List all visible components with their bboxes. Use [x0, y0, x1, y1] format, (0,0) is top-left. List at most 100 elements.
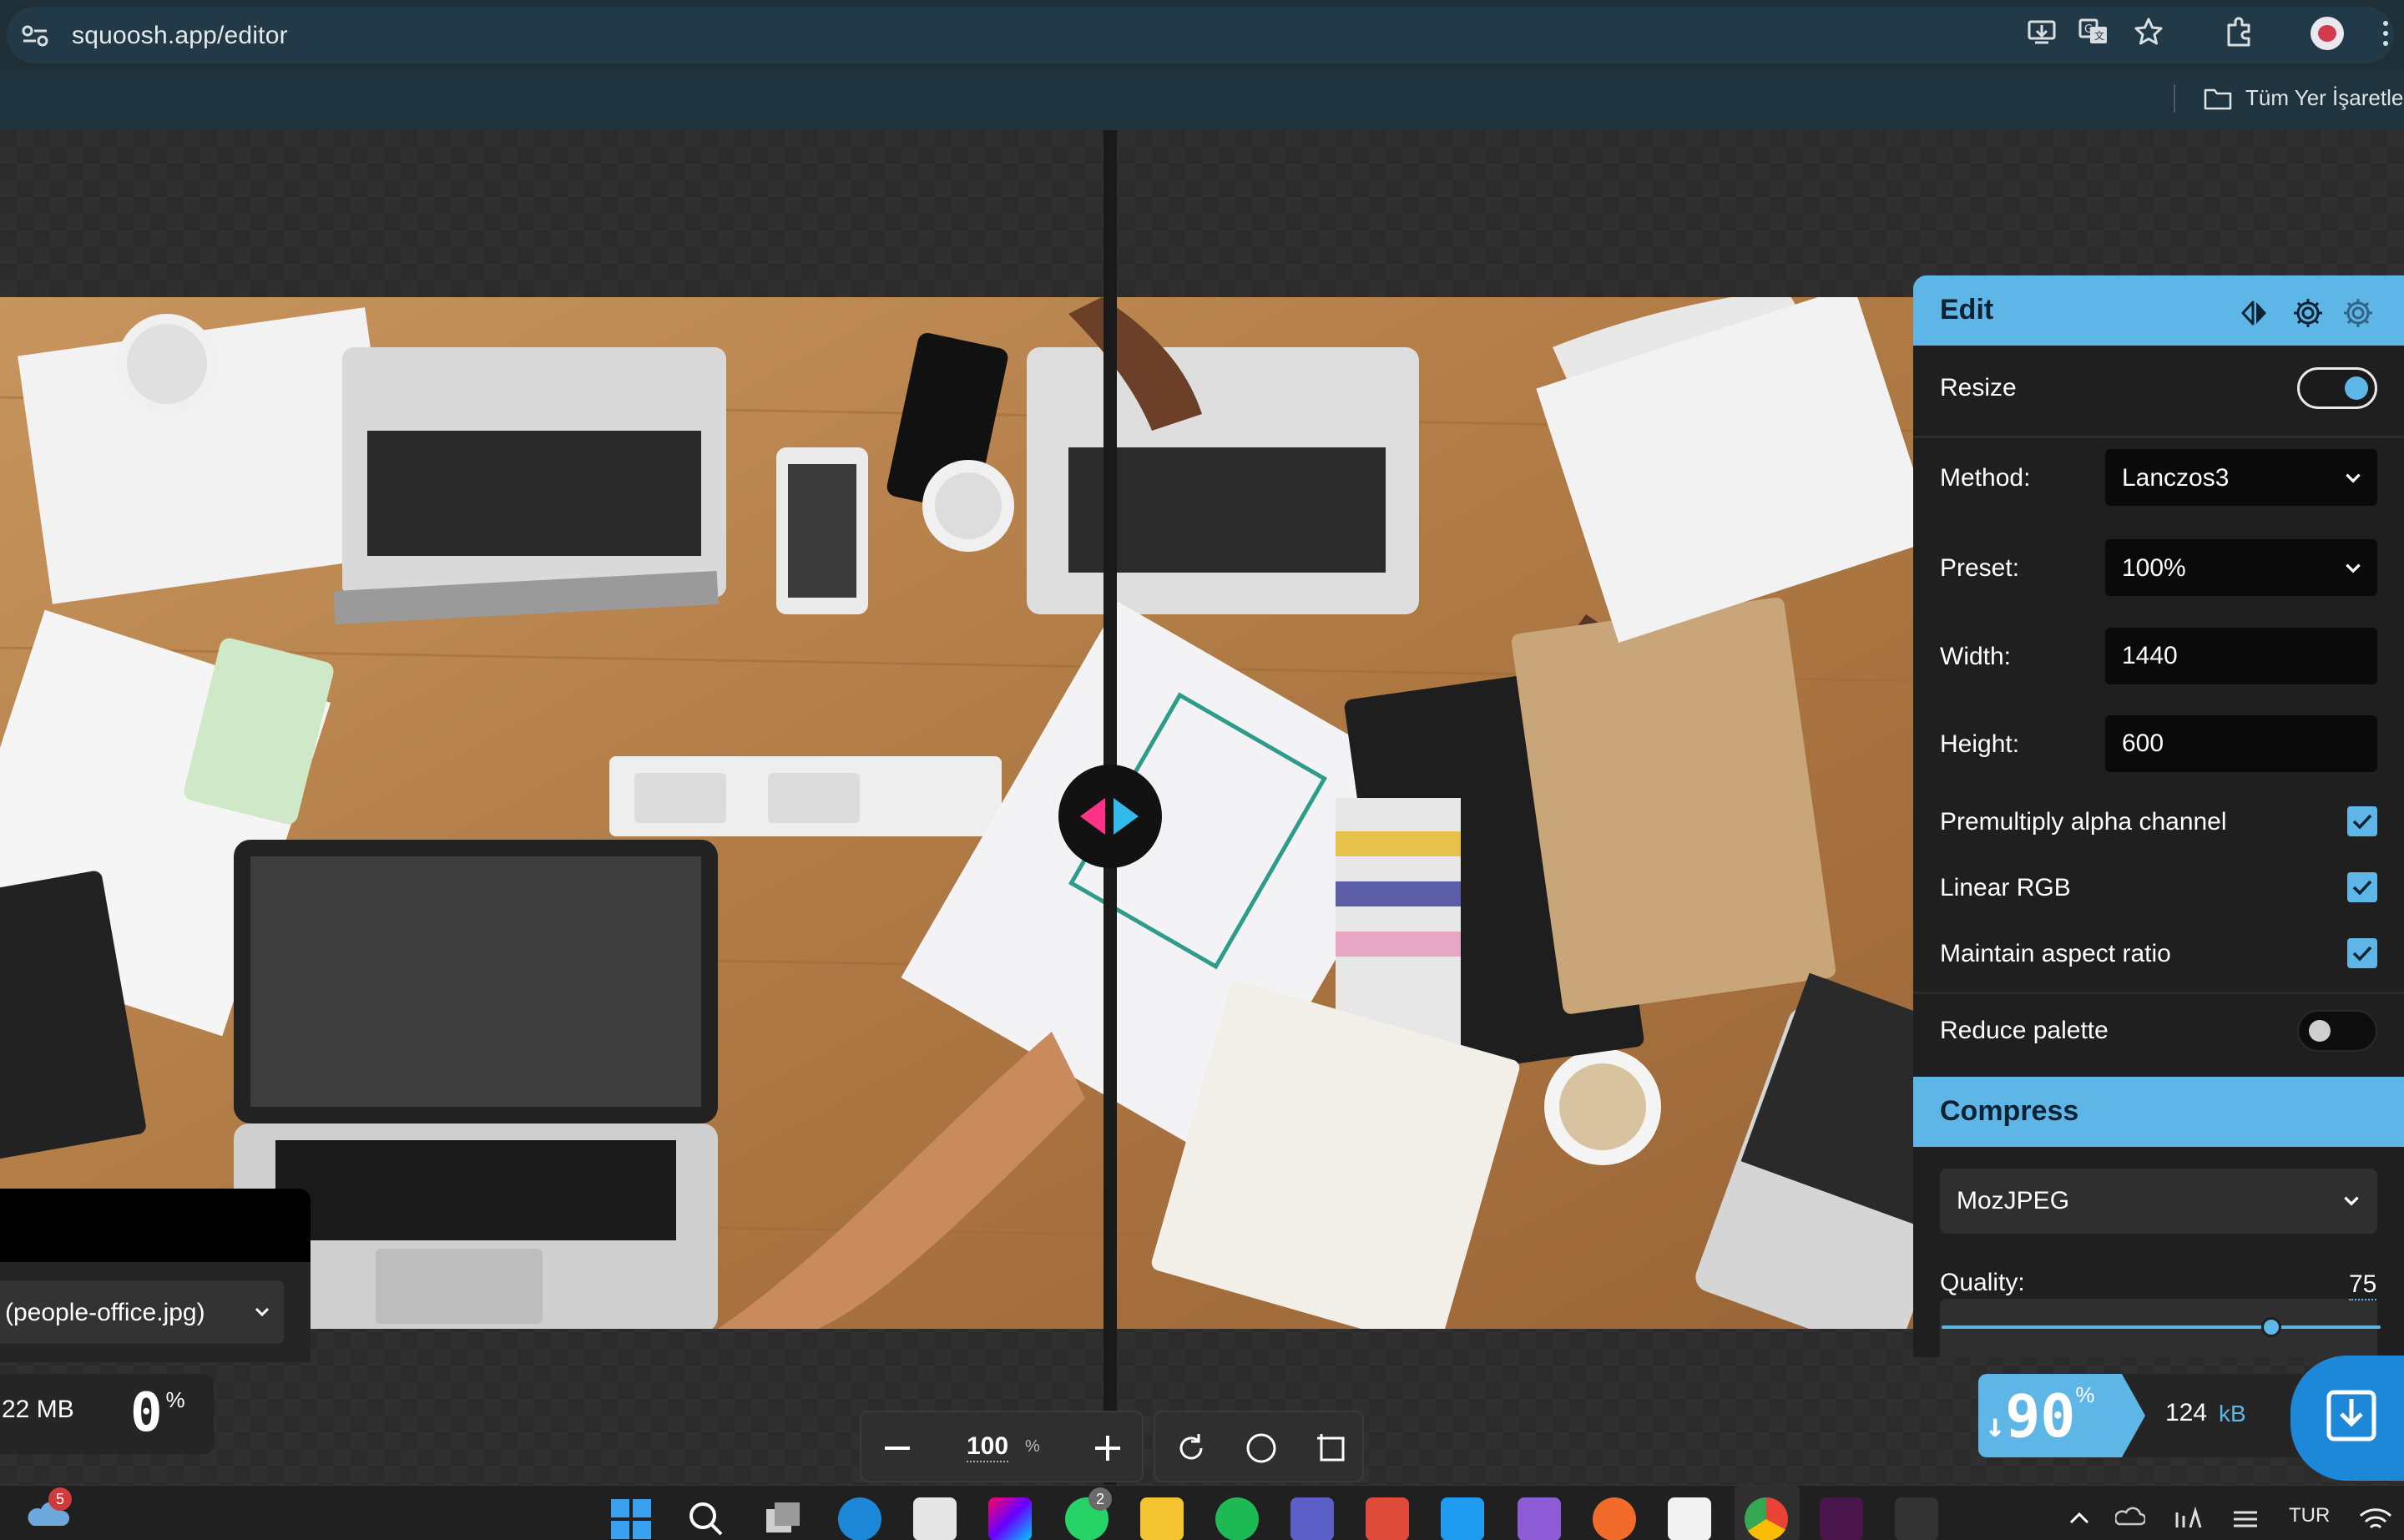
notepad-icon[interactable] — [1668, 1497, 1711, 1540]
unity-icon[interactable] — [1895, 1497, 1938, 1540]
compare-slider-handle[interactable] — [1058, 765, 1162, 868]
site-settings-icon[interactable] — [22, 25, 48, 47]
whatsapp-badge: 2 — [1088, 1487, 1112, 1511]
preset-value: 100% — [2122, 554, 2186, 582]
original-percent-value: 0 — [130, 1382, 163, 1444]
linear-rgb-label: Linear RGB — [1940, 874, 2071, 901]
os-taskbar: 5 2 TUR — [0, 1485, 2404, 1540]
sliders-icon[interactable] — [2230, 1497, 2260, 1540]
chevron-down-icon — [2344, 1196, 2359, 1206]
image-preview[interactable] — [0, 297, 1913, 1329]
vscode-icon[interactable] — [1441, 1497, 1484, 1540]
linear-rgb-checkbox[interactable] — [2347, 872, 2377, 902]
view-controls — [1154, 1411, 1364, 1482]
profile-avatar[interactable] — [2311, 17, 2344, 50]
file-explorer-icon[interactable] — [1140, 1497, 1184, 1540]
quality-slider-thumb[interactable] — [2260, 1317, 2281, 1337]
codec-select[interactable]: MozJPEG — [1940, 1169, 2377, 1234]
preset-select[interactable]: 100% — [2105, 539, 2377, 596]
height-input[interactable] — [2105, 715, 2377, 772]
svg-text:文: 文 — [2094, 29, 2104, 42]
photo-illustration — [0, 297, 1913, 1329]
extensions-icon[interactable] — [2224, 17, 2254, 47]
result-percent-value: 90 — [2005, 1382, 2076, 1451]
method-value: Lanczos3 — [2122, 464, 2230, 492]
reduce-palette-toggle[interactable] — [2297, 1010, 2377, 1052]
checkmark-icon — [2352, 814, 2372, 830]
download-button[interactable] — [2290, 1356, 2404, 1481]
install-app-icon[interactable] — [2027, 17, 2057, 47]
resize-label: Resize — [1940, 374, 2017, 401]
preset-label: Preset: — [1940, 554, 2020, 582]
squoosh-editor: (people-office.jpg) 22 MB 0% 100 % Edit — [0, 130, 2404, 1485]
compress-section-header: Compress — [1913, 1077, 2404, 1147]
teams-icon[interactable] — [1290, 1497, 1334, 1540]
url-text[interactable]: squoosh.app/editor — [72, 22, 288, 50]
download-icon — [2326, 1390, 2376, 1442]
onedrive-icon[interactable] — [2114, 1497, 2147, 1540]
original-percent: 0% — [130, 1382, 185, 1444]
zoom-unit: % — [1025, 1437, 1040, 1456]
settings-gear-icon[interactable] — [2290, 295, 2326, 331]
postman-icon[interactable] — [1593, 1497, 1636, 1540]
bookmarks-bar: Tüm Yer İşaretleri — [0, 69, 2404, 130]
translate-icon[interactable]: G文 — [2078, 17, 2109, 47]
spotify-icon[interactable] — [1215, 1497, 1259, 1540]
chrome-icon[interactable] — [1745, 1497, 1788, 1540]
original-size-card: 22 MB 0% — [0, 1374, 214, 1454]
store-icon[interactable] — [913, 1497, 957, 1540]
windows-start-icon[interactable] — [609, 1497, 653, 1540]
width-input[interactable] — [2105, 628, 2377, 684]
advanced-gear-icon[interactable] — [2341, 295, 2376, 331]
git-icon[interactable] — [1366, 1497, 1409, 1540]
background-toggle-icon[interactable] — [1244, 1431, 1279, 1466]
down-arrow-icon: ↓ — [1985, 1406, 2006, 1445]
svg-text:G: G — [2084, 23, 2093, 36]
width-label: Width: — [1940, 643, 2012, 670]
zoom-out-button[interactable] — [861, 1412, 933, 1484]
visual-studio-icon[interactable] — [1518, 1497, 1561, 1540]
weather-badge: 5 — [48, 1487, 72, 1511]
quality-slider[interactable] — [1942, 1325, 2381, 1329]
task-view-icon[interactable] — [761, 1497, 805, 1540]
copilot-icon[interactable] — [988, 1497, 1032, 1540]
codec-value: MozJPEG — [1957, 1187, 2070, 1214]
rotate-icon[interactable] — [1174, 1431, 1209, 1466]
copy-settings-icon[interactable] — [2237, 295, 2272, 331]
bookmark-star-icon[interactable] — [2134, 17, 2164, 47]
compress-title: Compress — [1940, 1095, 2079, 1127]
original-size: 22 MB — [2, 1396, 74, 1423]
resize-toggle[interactable] — [2297, 367, 2377, 409]
edge-icon[interactable] — [838, 1497, 881, 1540]
source-file-label: (people-office.jpg) — [5, 1299, 205, 1326]
zoom-input[interactable]: 100 — [967, 1432, 1009, 1462]
input-language[interactable]: TUR — [2289, 1504, 2330, 1527]
wifi-icon[interactable] — [2357, 1497, 2394, 1540]
chevron-down-icon — [255, 1307, 270, 1317]
method-select[interactable]: Lanczos3 — [2105, 449, 2377, 506]
crop-icon[interactable] — [1314, 1431, 1349, 1466]
maintain-aspect-label: Maintain aspect ratio — [1940, 940, 2171, 967]
edit-section-header: Edit — [1913, 275, 2404, 346]
method-label: Method: — [1940, 464, 2031, 492]
zoom-in-button[interactable] — [1072, 1412, 1144, 1484]
result-percent-unit: % — [2075, 1382, 2095, 1407]
divider — [1913, 436, 2404, 438]
result-percent: ↓90% — [1985, 1382, 2095, 1451]
all-bookmarks-link[interactable]: Tüm Yer İşaretleri — [2245, 85, 2404, 111]
browser-menu-icon[interactable] — [2382, 18, 2389, 48]
chevron-up-icon[interactable] — [2067, 1497, 2092, 1540]
slack-icon[interactable] — [1820, 1497, 1863, 1540]
chevron-down-icon — [2346, 473, 2361, 483]
premultiply-checkbox[interactable] — [2347, 806, 2377, 836]
performance-icon[interactable] — [2174, 1497, 2204, 1540]
quality-value[interactable]: 75 — [2349, 1270, 2377, 1300]
original-percent-unit: % — [165, 1387, 185, 1412]
search-icon[interactable] — [684, 1497, 728, 1540]
maintain-aspect-checkbox[interactable] — [2347, 938, 2377, 968]
folder-icon — [2204, 88, 2232, 110]
checkmark-icon — [2352, 880, 2372, 896]
source-file-select[interactable]: (people-office.jpg) — [0, 1280, 284, 1344]
result-size-unit: kB — [2219, 1401, 2246, 1426]
zoom-controls: 100 % — [860, 1411, 1144, 1482]
